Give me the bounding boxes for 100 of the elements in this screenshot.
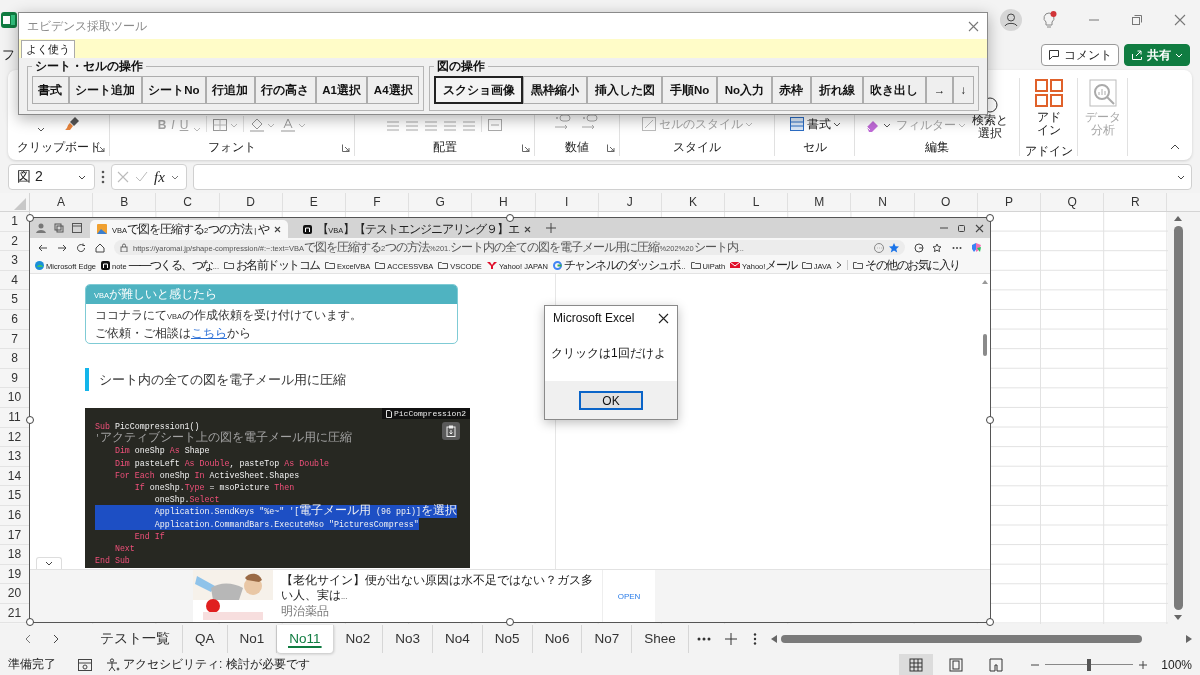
tool-button[interactable]: No入力 <box>716 76 772 104</box>
scroll-up-icon[interactable] <box>1173 215 1182 221</box>
column-header[interactable]: G <box>409 193 473 211</box>
accessibility-status[interactable]: アクセシビリティ: 検討が必要です <box>123 656 310 673</box>
back-icon[interactable] <box>38 242 48 253</box>
more-options-icon[interactable] <box>101 170 105 184</box>
tool-button[interactable]: シート追加 <box>68 76 142 104</box>
sheet-tab[interactable]: No7 <box>582 625 633 653</box>
page-layout-view-icon[interactable] <box>949 657 964 672</box>
selection-handle[interactable] <box>986 416 994 424</box>
column-header[interactable]: R <box>1104 193 1168 211</box>
column-header[interactable]: K <box>661 193 726 211</box>
sheet-tab[interactable]: No11 <box>277 625 334 653</box>
favorites-icon[interactable] <box>933 242 943 253</box>
sheet-tab[interactable]: Shee <box>632 625 689 653</box>
zoom-in-icon[interactable] <box>1139 660 1148 669</box>
more-options-icon[interactable] <box>752 633 757 645</box>
more-sheets-icon[interactable] <box>696 637 711 641</box>
caret-down-icon[interactable] <box>45 561 53 566</box>
scroll-up-icon[interactable] <box>982 280 988 284</box>
scrollbar-thumb[interactable] <box>983 334 987 356</box>
dialog-launcher-icon[interactable] <box>342 144 350 152</box>
ribbon-button[interactable]: 書式 <box>806 117 831 131</box>
share-button[interactable]: 共有 <box>1124 44 1190 66</box>
workspaces-icon[interactable] <box>54 223 64 233</box>
sheet-tab[interactable]: No5 <box>482 625 533 653</box>
ok-button[interactable]: OK <box>579 390 643 410</box>
sheet-tab[interactable]: QA <box>183 625 228 653</box>
favorite-star-icon[interactable] <box>889 242 899 253</box>
copy-button[interactable] <box>442 422 460 440</box>
caret-down-icon[interactable] <box>170 174 179 180</box>
home-icon[interactable] <box>95 242 105 253</box>
selection-handle[interactable] <box>26 214 34 222</box>
caret-down-icon[interactable] <box>37 127 45 132</box>
lightbulb-icon[interactable] <box>1041 11 1057 29</box>
add-ins-icon[interactable] <box>1033 78 1064 108</box>
open-button[interactable]: OPEN <box>602 570 655 622</box>
name-box[interactable]: 図 2 <box>8 164 95 190</box>
tool-button[interactable]: 行の高さ <box>254 76 316 104</box>
sheet-tab[interactable]: テスト一覧 <box>88 625 183 653</box>
caret-down-icon[interactable] <box>1177 174 1185 180</box>
view-button[interactable] <box>899 654 934 675</box>
scroll-left-icon[interactable] <box>770 635 777 643</box>
ribbon-button[interactable]: 検索と選択 <box>971 114 1009 140</box>
selection-handle[interactable] <box>986 214 994 222</box>
tab[interactable]: よく使う <box>21 40 75 58</box>
check-icon[interactable] <box>135 171 148 183</box>
close-tab-icon[interactable] <box>274 225 282 233</box>
column-header[interactable]: D <box>219 193 283 211</box>
scroll-right-icon[interactable] <box>1186 635 1192 643</box>
scrollbar-thumb[interactable] <box>780 635 1142 643</box>
tool-button[interactable]: A1選択 <box>315 76 368 104</box>
sheet-tab[interactable]: No3 <box>383 625 434 653</box>
tool-button[interactable]: 書式 <box>32 76 69 104</box>
tool-button[interactable]: A4選択 <box>367 76 419 104</box>
tool-button[interactable]: 吹き出し <box>862 76 926 104</box>
tool-button[interactable]: 挿入した図 <box>586 76 663 104</box>
profile-icon[interactable] <box>36 223 46 233</box>
read-aloud-icon[interactable] <box>874 242 884 253</box>
tool-button[interactable]: 赤枠 <box>771 76 812 104</box>
column-header[interactable]: N <box>851 193 915 211</box>
caret-down-icon[interactable] <box>78 174 86 180</box>
sheet-tab[interactable]: No2 <box>333 625 384 653</box>
next-sheet-icon[interactable] <box>52 634 60 644</box>
ribbon-tab[interactable]: フ <box>2 46 15 64</box>
tab-actions-icon[interactable] <box>72 223 82 233</box>
column-header[interactable]: J <box>598 193 662 211</box>
tool-button[interactable]: 黒枠縮小 <box>523 76 587 104</box>
column-header[interactable]: L <box>725 193 789 211</box>
close-icon[interactable] <box>975 223 984 233</box>
column-header[interactable]: E <box>282 193 346 211</box>
scrollbar-thumb[interactable] <box>1173 226 1183 610</box>
caret-down-icon[interactable] <box>832 121 841 127</box>
restore-icon[interactable] <box>1131 14 1143 26</box>
column-header[interactable]: P <box>977 193 1041 211</box>
page-break-view-icon[interactable] <box>989 657 1004 672</box>
tool-button[interactable]: 手順No <box>662 76 717 104</box>
extension-icon[interactable] <box>914 242 924 253</box>
slider-thumb[interactable] <box>1087 658 1092 671</box>
accessibility-icon[interactable] <box>106 657 120 672</box>
restore-icon[interactable] <box>957 223 967 233</box>
column-header[interactable]: Q <box>1041 193 1105 211</box>
tool-button[interactable]: シートNo <box>141 76 206 104</box>
caret-down-icon[interactable] <box>883 122 892 128</box>
column-header[interactable]: H <box>472 193 536 211</box>
column-header[interactable]: F <box>345 193 410 211</box>
tool-button[interactable]: → <box>925 76 953 104</box>
column-header[interactable]: B <box>93 193 157 211</box>
normal-view-icon[interactable] <box>909 657 924 672</box>
selection-handle[interactable] <box>506 214 514 222</box>
close-tab-icon[interactable] <box>524 225 532 233</box>
dialog-launcher-icon[interactable] <box>607 144 615 152</box>
new-tab-icon[interactable] <box>546 223 557 233</box>
tool-button[interactable]: ↓ <box>952 76 974 104</box>
column-header[interactable]: M <box>788 193 852 211</box>
copilot-icon[interactable] <box>971 242 982 253</box>
macro-recording-icon[interactable] <box>78 658 92 671</box>
column-header[interactable]: O <box>914 193 978 211</box>
tool-button[interactable]: 行追加 <box>206 76 255 104</box>
forward-icon[interactable] <box>57 242 67 253</box>
